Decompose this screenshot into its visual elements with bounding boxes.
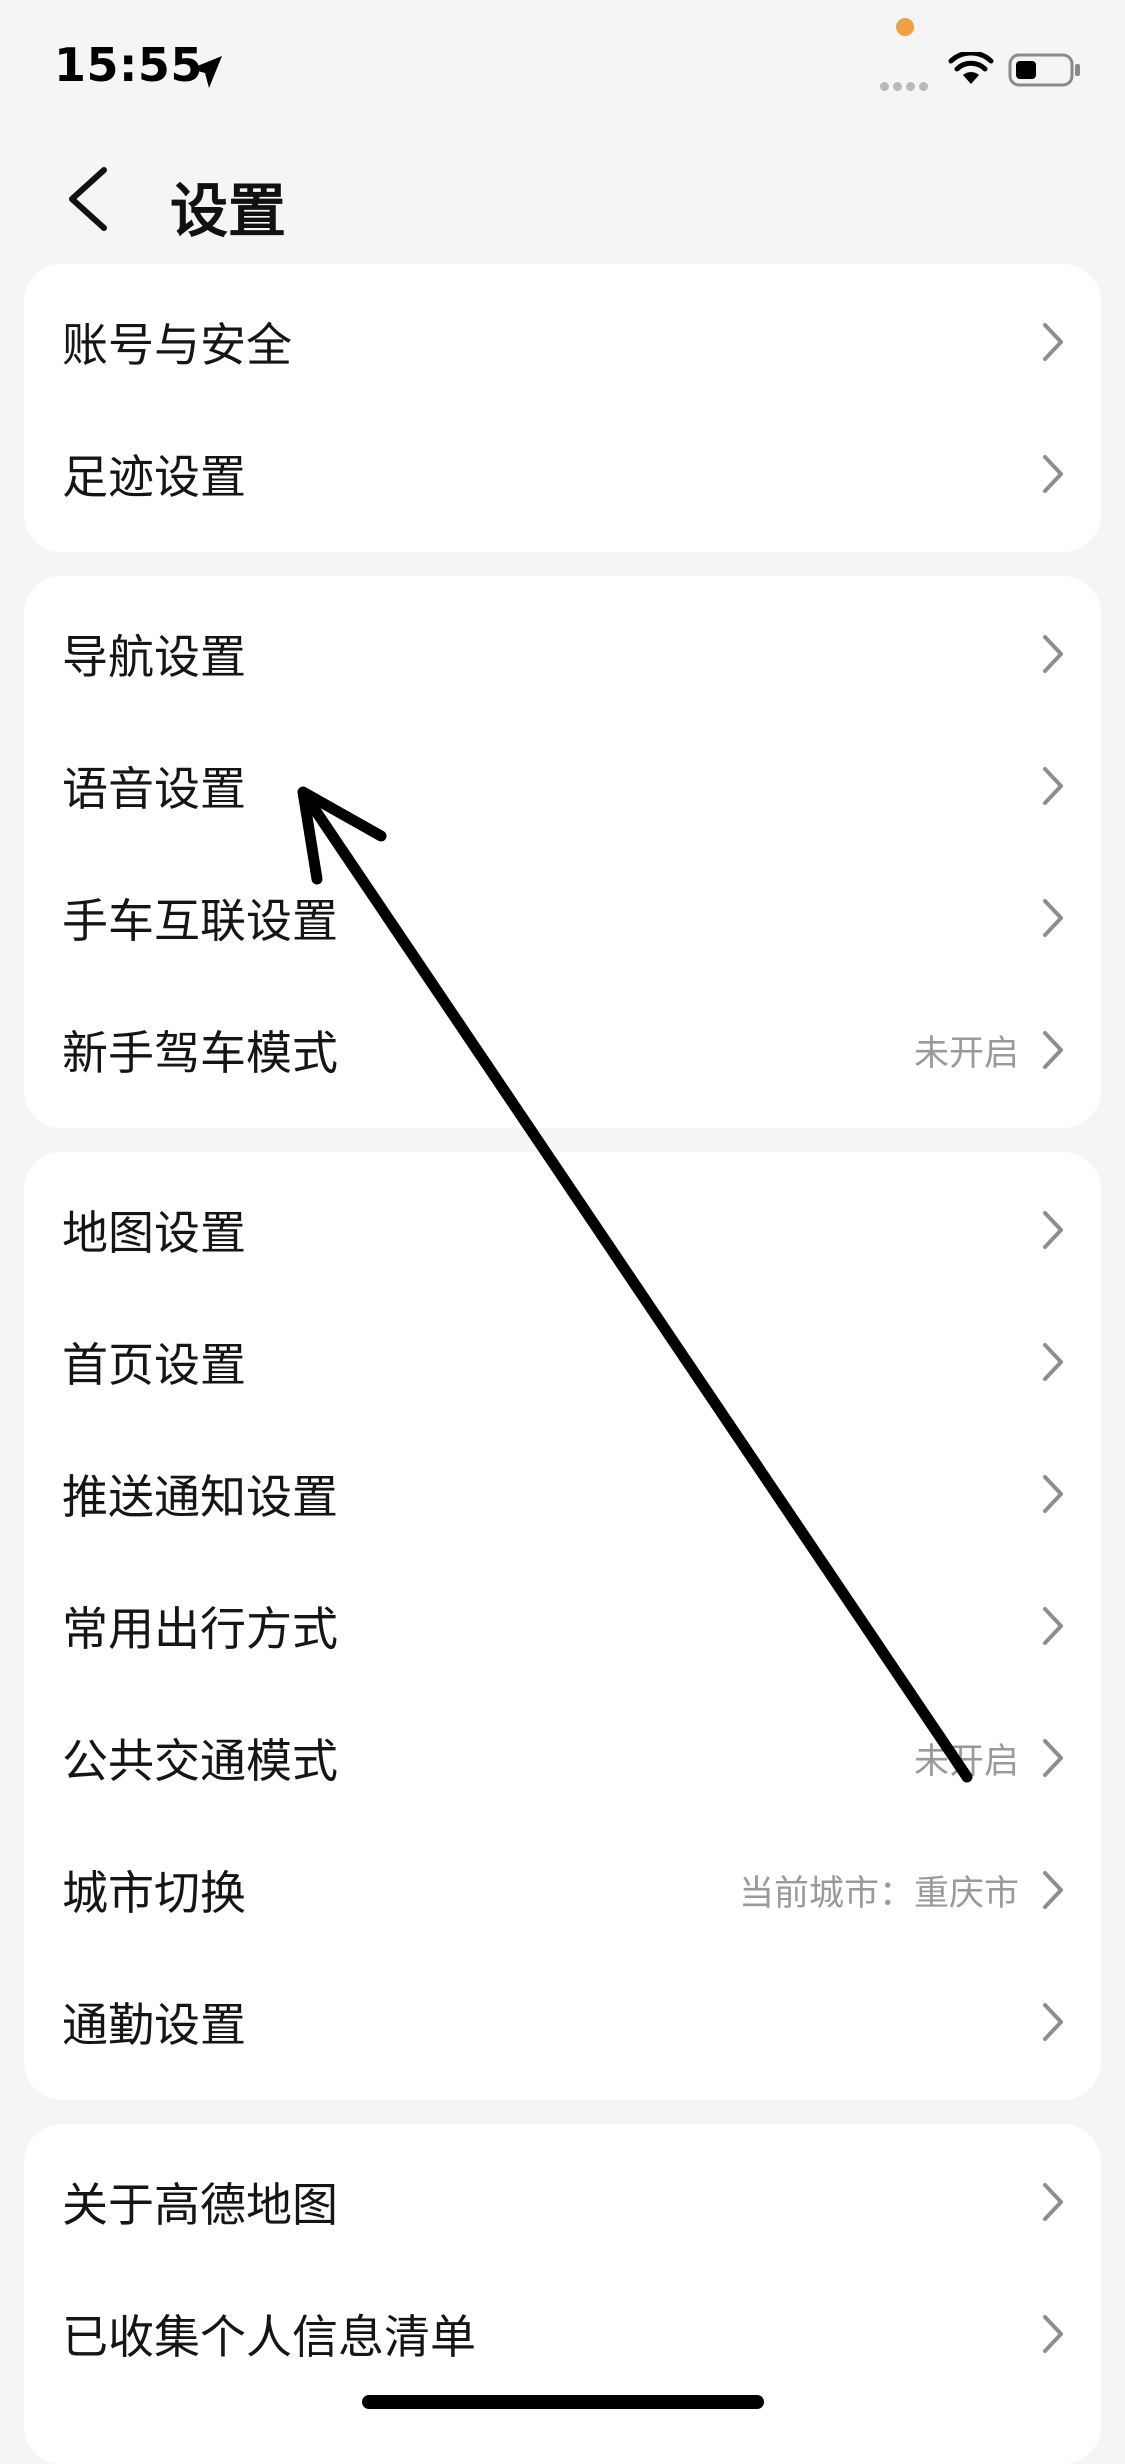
chevron-right-icon xyxy=(1043,2315,1063,2353)
page-title: 设置 xyxy=(170,177,287,245)
settings-item-value: 未开启 xyxy=(913,1741,1019,1782)
wifi-icon xyxy=(948,52,994,84)
recording-indicator xyxy=(896,18,914,36)
chevron-right-icon xyxy=(1043,2183,1063,2221)
settings-item-push-notifications[interactable]: 推送通知设置 xyxy=(24,1428,1101,1560)
settings-item-label: 首页设置 xyxy=(62,1338,246,1392)
chevron-right-icon xyxy=(1043,1475,1063,1513)
battery-icon xyxy=(1008,53,1080,87)
chevron-right-icon xyxy=(1043,1343,1063,1381)
settings-item-label: 新手驾车模式 xyxy=(62,1026,338,1080)
cellular-signal-icon xyxy=(880,76,936,91)
settings-group-navigation: 导航设置 语音设置 手车互联设置 新手驾车模式 未开启 xyxy=(24,576,1101,1128)
chevron-right-icon xyxy=(1043,635,1063,673)
home-indicator[interactable] xyxy=(362,2395,764,2409)
chevron-right-icon xyxy=(1043,1031,1063,1069)
settings-item-public-transit[interactable]: 公共交通模式 未开启 xyxy=(24,1692,1101,1824)
settings-item-label: 关于高德地图 xyxy=(62,2178,338,2232)
settings-item-label: 通勤设置 xyxy=(62,1998,246,2052)
settings-group-map: 地图设置 首页设置 推送通知设置 常用出行方式 公共交通模式 未开启 城市切换 … xyxy=(24,1152,1101,2100)
chevron-right-icon xyxy=(1043,1739,1063,1777)
settings-item-city-switch[interactable]: 城市切换 当前城市：重庆市 xyxy=(24,1824,1101,1956)
settings-item-voice[interactable]: 语音设置 xyxy=(24,720,1101,852)
chevron-right-icon xyxy=(1043,767,1063,805)
status-time: 15:55 xyxy=(54,38,203,92)
settings-item-value: 未开启 xyxy=(913,1033,1019,1074)
settings-item-label: 已收集个人信息清单 xyxy=(62,2310,476,2364)
chevron-right-icon xyxy=(1043,899,1063,937)
chevron-right-icon xyxy=(1043,1871,1063,1909)
settings-item-label: 账号与安全 xyxy=(62,318,292,372)
chevron-right-icon xyxy=(1043,2003,1063,2041)
settings-item-travel-mode[interactable]: 常用出行方式 xyxy=(24,1560,1101,1692)
settings-item-label: 语音设置 xyxy=(62,762,246,816)
settings-group-account: 账号与安全 足迹设置 xyxy=(24,264,1101,552)
settings-item-label: 导航设置 xyxy=(62,630,246,684)
chevron-right-icon xyxy=(1043,455,1063,493)
chevron-right-icon xyxy=(1043,1607,1063,1645)
settings-item-label: 城市切换 xyxy=(62,1866,246,1920)
settings-item-phone-car-link[interactable]: 手车互联设置 xyxy=(24,852,1101,984)
settings-item-commute[interactable]: 通勤设置 xyxy=(24,1956,1101,2088)
settings-item-account-security[interactable]: 账号与安全 xyxy=(24,276,1101,408)
settings-item-map[interactable]: 地图设置 xyxy=(24,1164,1101,1296)
settings-item-label: 手车互联设置 xyxy=(62,894,338,948)
settings-item-label: 地图设置 xyxy=(62,1206,246,1260)
settings-item-navigation[interactable]: 导航设置 xyxy=(24,588,1101,720)
settings-group-about: 关于高德地图 已收集个人信息清单 xyxy=(24,2124,1101,2464)
settings-item-label: 常用出行方式 xyxy=(62,1602,338,1656)
chevron-right-icon xyxy=(1043,1211,1063,1249)
settings-item-value: 当前城市：重庆市 xyxy=(738,1873,1019,1914)
back-chevron-icon[interactable] xyxy=(62,164,112,234)
settings-item-footprint[interactable]: 足迹设置 xyxy=(24,408,1101,540)
settings-item-label: 公共交通模式 xyxy=(62,1734,338,1788)
settings-item-label: 足迹设置 xyxy=(62,450,246,504)
settings-item-personal-info-list[interactable]: 已收集个人信息清单 xyxy=(24,2268,1101,2400)
settings-item-about[interactable]: 关于高德地图 xyxy=(24,2136,1101,2268)
settings-item-home-page[interactable]: 首页设置 xyxy=(24,1296,1101,1428)
settings-item-novice-driving[interactable]: 新手驾车模式 未开启 xyxy=(24,984,1101,1116)
settings-item-label: 推送通知设置 xyxy=(62,1470,338,1524)
status-bar: 15:55 xyxy=(0,0,1125,140)
location-arrow-icon xyxy=(190,56,222,88)
chevron-right-icon xyxy=(1043,323,1063,361)
